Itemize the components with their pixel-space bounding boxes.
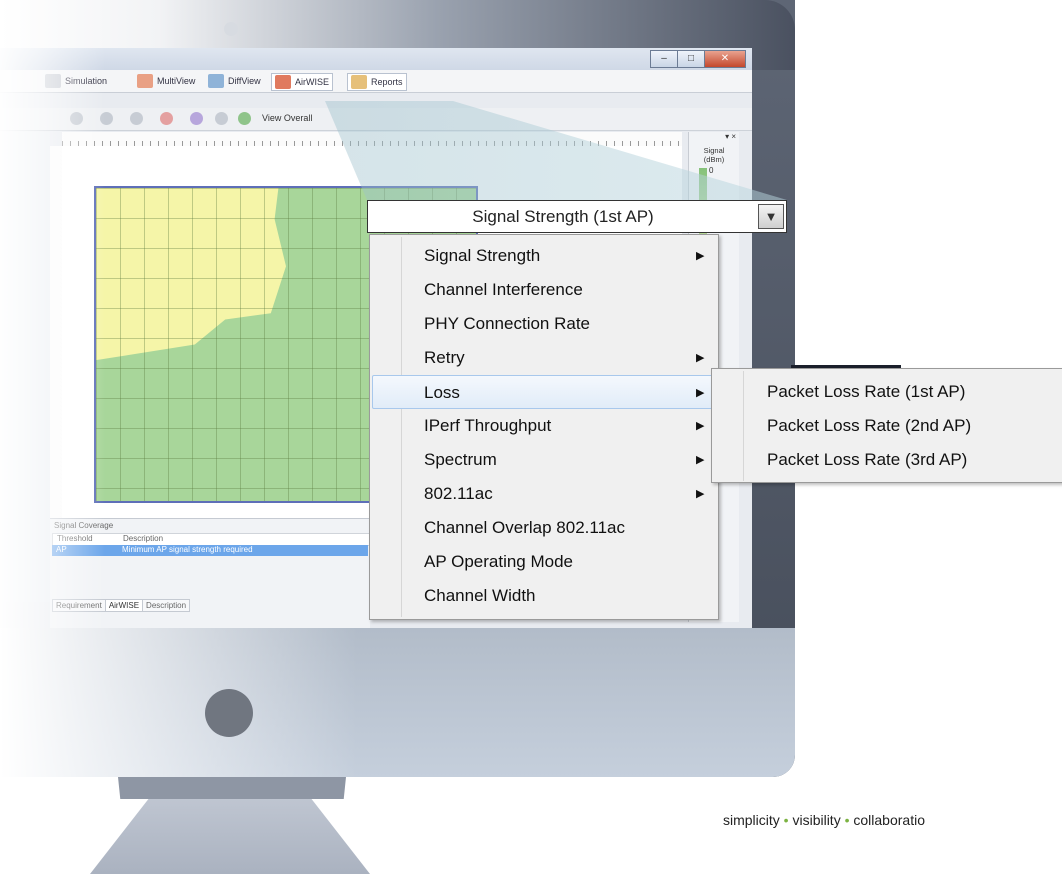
tab-label: Simulation	[65, 76, 108, 86]
menu-item-channel-interference[interactable]: Channel Interference	[372, 273, 716, 307]
view-overall-button[interactable]: View Overall	[262, 113, 312, 123]
home-button	[205, 689, 253, 737]
menu-item-label: Spectrum	[424, 450, 497, 469]
table-row[interactable]: AP Minimum AP signal strength required	[52, 545, 368, 556]
menu-item-phy-connection-rate[interactable]: PHY Connection Rate	[372, 307, 716, 341]
dropdown-selected-value: Signal Strength (1st AP)	[472, 207, 654, 226]
loss-submenu: Packet Loss Rate (1st AP) Packet Loss Ra…	[711, 368, 1062, 483]
menu-item-label: AP Operating Mode	[424, 552, 573, 571]
menu-item-80211ac[interactable]: 802.11ac ▶	[372, 477, 716, 511]
menu-item-channel-width[interactable]: Channel Width	[372, 579, 716, 613]
close-button[interactable]: ✕	[704, 50, 746, 68]
menu-item-label: Channel Width	[424, 586, 536, 605]
menu-item-retry[interactable]: Retry ▶	[372, 341, 716, 375]
multiview-icon	[137, 74, 153, 88]
tab-label: AirWISE	[295, 77, 330, 87]
tagline-separator: •	[844, 812, 850, 828]
panel-title: Signal Coverage	[54, 521, 114, 530]
tab-reports[interactable]: Reports	[347, 73, 407, 91]
legend-title: Signal (dBm)	[689, 146, 739, 164]
tab-description[interactable]: Description	[142, 599, 191, 612]
tagline: simplicity • visibility • collaboratio	[723, 812, 925, 828]
tab-diffview[interactable]: DiffView	[205, 73, 264, 89]
diffview-icon	[208, 74, 224, 88]
tool-icon[interactable]	[70, 112, 83, 125]
legend-top-value: 0	[709, 166, 714, 175]
reports-icon	[351, 75, 367, 89]
submenu-item-packet-loss-2nd-ap[interactable]: Packet Loss Rate (2nd AP)	[714, 409, 1060, 443]
visualization-menu: Signal Strength ▶ Channel Interference P…	[369, 234, 719, 620]
tool-icon[interactable]	[160, 112, 173, 125]
submenu-arrow-icon: ▶	[696, 352, 705, 364]
tagline-word-visibility: visibility	[792, 812, 841, 828]
tab-label: MultiView	[157, 76, 196, 86]
tagline-word-collaboration: collaboratio	[853, 812, 925, 828]
horizontal-ruler	[62, 132, 682, 147]
tool-icon[interactable]	[238, 112, 251, 125]
menu-item-spectrum[interactable]: Spectrum ▶	[372, 443, 716, 477]
tab-simulation[interactable]: Simulation	[42, 73, 110, 89]
monitor-chin-fade	[0, 628, 795, 777]
menu-item-label: IPerf Throughput	[424, 416, 552, 435]
monitor-stand-neck	[118, 777, 346, 799]
tab-label: Reports	[371, 77, 403, 87]
legend-pin-close[interactable]: ▾ ×	[689, 132, 739, 144]
submenu-item-label: Packet Loss Rate (2nd AP)	[767, 416, 972, 435]
window-controls: – □ ✕	[650, 50, 746, 68]
submenu-item-packet-loss-1st-ap[interactable]: Packet Loss Rate (1st AP)	[714, 375, 1060, 409]
airwise-icon	[275, 75, 291, 89]
signal-coverage-panel: Signal Coverage Threshold Description AP…	[50, 518, 370, 628]
tool-icon[interactable]	[100, 112, 113, 125]
tagline-word-simplicity: simplicity	[723, 812, 780, 828]
column-description: Description	[123, 534, 164, 543]
tab-airwise-panel[interactable]: AirWISE	[104, 599, 144, 612]
maximize-button[interactable]: □	[677, 50, 705, 68]
simulation-icon	[45, 74, 61, 88]
cell-description: Minimum AP signal strength required	[122, 545, 253, 554]
dropdown-arrow-icon[interactable]: ▼	[758, 204, 784, 229]
submenu-arrow-icon: ▶	[696, 420, 705, 432]
submenu-arrow-icon: ▶	[696, 250, 705, 262]
submenu-arrow-icon: ▶	[696, 454, 705, 466]
minimize-button[interactable]: –	[650, 50, 678, 68]
tab-label: DiffView	[228, 76, 261, 86]
submenu-item-label: Packet Loss Rate (1st AP)	[767, 382, 966, 401]
menu-item-label: 802.11ac	[424, 484, 493, 503]
menu-item-channel-overlap-80211ac[interactable]: Channel Overlap 802.11ac	[372, 511, 716, 545]
menu-item-label: PHY Connection Rate	[424, 314, 591, 333]
legend-title-line1: Signal	[703, 146, 725, 155]
tab-airwise[interactable]: AirWISE	[271, 73, 334, 91]
legend-title-line2: (dBm)	[703, 155, 725, 164]
menu-item-ap-operating-mode[interactable]: AP Operating Mode	[372, 545, 716, 579]
submenu-item-label: Packet Loss Rate (3rd AP)	[767, 450, 968, 469]
cell-threshold: AP	[56, 545, 67, 554]
menu-item-label: Channel Overlap 802.11ac	[424, 518, 625, 537]
panel-tabs: Requirement AirWISE Description	[52, 599, 191, 612]
menu-item-label: Signal Strength	[424, 246, 541, 265]
tool-icon[interactable]	[130, 112, 143, 125]
menu-item-label: Channel Interference	[424, 280, 583, 299]
view-toolbar: View Overall	[0, 108, 752, 131]
menu-item-label: Loss	[424, 383, 460, 402]
menu-item-signal-strength[interactable]: Signal Strength ▶	[372, 239, 716, 273]
menu-item-iperf-throughput[interactable]: IPerf Throughput ▶	[372, 409, 716, 443]
camera-icon	[224, 22, 238, 36]
window-titlebar: – □ ✕	[0, 48, 752, 70]
submenu-item-packet-loss-3rd-ap[interactable]: Packet Loss Rate (3rd AP)	[714, 443, 1060, 477]
menu-item-label: Retry	[424, 348, 465, 367]
left-panel	[0, 132, 50, 602]
view-select-dropdown[interactable]: Signal Strength (1st AP) ▼	[367, 200, 787, 233]
tool-icon[interactable]	[190, 112, 203, 125]
ribbon-tabs: Simulation MultiView DiffView AirWISE Re…	[0, 70, 752, 93]
submenu-arrow-icon: ▶	[696, 387, 705, 399]
tool-icon[interactable]	[215, 112, 228, 125]
menu-item-loss[interactable]: Loss ▶	[372, 375, 716, 409]
submenu-arrow-icon: ▶	[696, 488, 705, 500]
tab-requirement[interactable]: Requirement	[52, 599, 106, 612]
column-threshold: Threshold	[57, 534, 93, 543]
tagline-separator: •	[783, 812, 789, 828]
tab-multiview[interactable]: MultiView	[134, 73, 198, 89]
